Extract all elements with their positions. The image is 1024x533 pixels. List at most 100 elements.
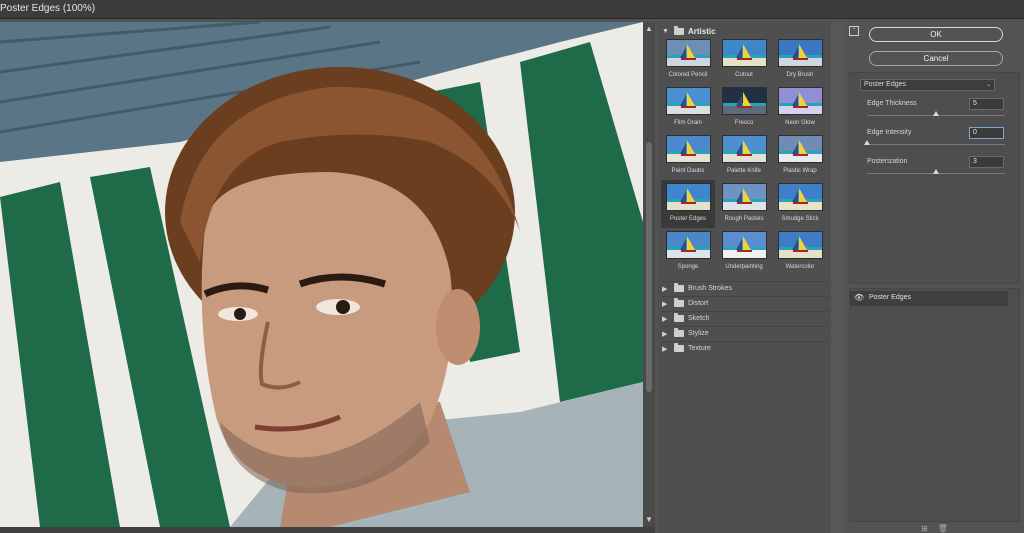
filter-preview-image xyxy=(722,87,767,115)
zoom-status-bar xyxy=(0,527,655,533)
folder-icon xyxy=(674,343,684,352)
folder-icon xyxy=(674,283,684,292)
filter-thumb[interactable]: Smudge Stick xyxy=(773,180,827,228)
category-label: Sketch xyxy=(688,315,710,322)
filter-preview-image xyxy=(722,39,767,67)
filter-preview-image xyxy=(778,39,823,67)
param-slider-knob[interactable] xyxy=(933,169,939,174)
filter-preview-image xyxy=(778,135,823,163)
eye-icon[interactable]: 👁 xyxy=(854,294,864,302)
expand-right-icon: ▶ xyxy=(662,300,668,308)
cancel-button[interactable]: Cancel xyxy=(869,51,1003,66)
category-row[interactable]: ▶ Distort xyxy=(662,296,828,310)
filter-thumb[interactable]: Colored Pencil xyxy=(661,36,715,84)
expand-right-icon: ▶ xyxy=(662,315,668,323)
filter-thumb-label: Sponge xyxy=(677,264,699,270)
category-row[interactable]: ▶ Sketch xyxy=(662,311,828,325)
category-row[interactable]: ▶ Brush Strokes xyxy=(662,281,828,295)
filter-preview-image xyxy=(778,183,823,211)
filter-thumb-label: Palette Knife xyxy=(726,168,762,174)
expand-right-icon: ▶ xyxy=(662,330,668,338)
param-slider-track[interactable] xyxy=(867,144,1005,145)
filter-thumb-label: Underpainting xyxy=(725,264,763,270)
chevron-down-icon: ⌄ xyxy=(985,82,991,88)
scroll-down-arrow-icon[interactable]: ▼ xyxy=(644,515,654,525)
filter-thumb-label: Neon Glow xyxy=(785,120,815,126)
folder-icon xyxy=(674,313,684,322)
collapse-gallery-icon[interactable]: ⌃ xyxy=(849,26,859,36)
category-row[interactable]: ▶ Stylize xyxy=(662,326,828,340)
trash-icon[interactable]: 🗑 xyxy=(938,524,948,533)
param-slider-knob[interactable] xyxy=(864,140,870,145)
filter-thumb[interactable]: Watercolor xyxy=(773,228,827,276)
filter-thumb-label: Rough Pastels xyxy=(724,216,764,222)
param-input[interactable]: 5 xyxy=(969,98,1004,110)
filter-settings: Poster Edges ⌄ Edge Thickness 5 Edge Inten… xyxy=(849,72,1020,284)
filter-preview-image xyxy=(722,135,767,163)
filter-thumb[interactable]: Rough Pastels xyxy=(717,180,771,228)
category-row[interactable]: ▶ Texture xyxy=(662,341,828,355)
new-layer-icon[interactable]: ⊞ xyxy=(921,524,928,533)
filter-thumb-label: Watercolor xyxy=(785,264,815,270)
filter-thumb[interactable]: Paint Daubs xyxy=(661,132,715,180)
ok-button[interactable]: OK xyxy=(869,27,1003,42)
expand-right-icon: ▶ xyxy=(662,285,668,293)
filter-preview-image xyxy=(722,231,767,259)
effect-layer-name: Poster Edges xyxy=(869,294,912,301)
filter-thumb[interactable]: Fresco xyxy=(717,84,771,132)
folder-icon xyxy=(674,25,684,35)
param-slider-knob[interactable] xyxy=(933,111,939,116)
filter-preview-image xyxy=(666,183,711,211)
param-label: Posterization xyxy=(867,158,908,165)
filter-preview-image xyxy=(778,87,823,115)
category-label: Brush Strokes xyxy=(688,285,732,292)
filter-select-value: Poster Edges xyxy=(864,81,907,88)
category-label: Texture xyxy=(688,345,711,352)
param-input[interactable]: 3 xyxy=(969,156,1004,168)
filter-thumb[interactable]: Dry Brush xyxy=(773,36,827,84)
filter-preview-image xyxy=(666,135,711,163)
preview-scrollbar[interactable]: ▲ ▼ xyxy=(643,22,655,527)
filter-thumb-label: Smudge Stick xyxy=(781,216,819,222)
gallery-scrollbar[interactable] xyxy=(831,22,845,533)
settings-panel: ⌃ OK Cancel Poster Edges ⌄ Edge Thicknes… xyxy=(845,22,1024,533)
filter-thumb[interactable]: Underpainting xyxy=(717,228,771,276)
image-preview[interactable] xyxy=(0,22,643,527)
filter-select[interactable]: Poster Edges ⌄ xyxy=(860,79,995,91)
filter-preview-image xyxy=(722,183,767,211)
filter-thumb-label: Poster Edges xyxy=(669,216,707,222)
scroll-up-arrow-icon[interactable]: ▲ xyxy=(644,24,654,34)
preview-photo xyxy=(0,22,643,527)
filter-thumb[interactable]: Plastic Wrap xyxy=(773,132,827,180)
filter-thumb-label: Paint Daubs xyxy=(671,168,705,174)
layer-actions: ⊞ 🗑 xyxy=(921,524,948,533)
param-input[interactable]: 0 xyxy=(969,127,1004,139)
window-title: Poster Edges (100%) xyxy=(0,3,96,14)
filter-thumb[interactable]: Poster Edges xyxy=(661,180,715,228)
filter-thumb-label: Plastic Wrap xyxy=(783,168,817,174)
filter-thumb[interactable]: Sponge xyxy=(661,228,715,276)
filter-thumb-label: Colored Pencil xyxy=(668,72,708,78)
filter-thumb-label: Fresco xyxy=(734,120,754,126)
effect-layer-row[interactable]: 👁 Poster Edges xyxy=(850,291,1008,306)
filter-thumb[interactable]: Neon Glow xyxy=(773,84,827,132)
filter-preview-image xyxy=(666,39,711,67)
expand-down-icon: ▼ xyxy=(662,27,669,35)
category-label: Distort xyxy=(688,300,709,307)
filter-preview-image xyxy=(666,231,711,259)
folder-icon xyxy=(674,298,684,307)
category-label: Artistic xyxy=(688,26,716,36)
param-label: Edge Intensity xyxy=(867,129,912,136)
filter-gallery: ▼ Artistic Colored Pencil Cutout Dry Brush… xyxy=(658,22,831,533)
filter-thumb[interactable]: Palette Knife xyxy=(717,132,771,180)
filter-thumb[interactable]: Cutout xyxy=(717,36,771,84)
filter-thumb-label: Dry Brush xyxy=(786,72,814,78)
expand-right-icon: ▶ xyxy=(662,345,668,353)
scroll-thumb[interactable] xyxy=(646,142,652,392)
category-label: Stylize xyxy=(688,330,709,337)
filter-thumb-label: Cutout xyxy=(735,72,753,78)
filter-thumb[interactable]: Film Grain xyxy=(661,84,715,132)
filter-preview-image xyxy=(778,231,823,259)
filter-preview-image xyxy=(666,87,711,115)
effect-layers: 👁 Poster Edges xyxy=(849,288,1020,522)
